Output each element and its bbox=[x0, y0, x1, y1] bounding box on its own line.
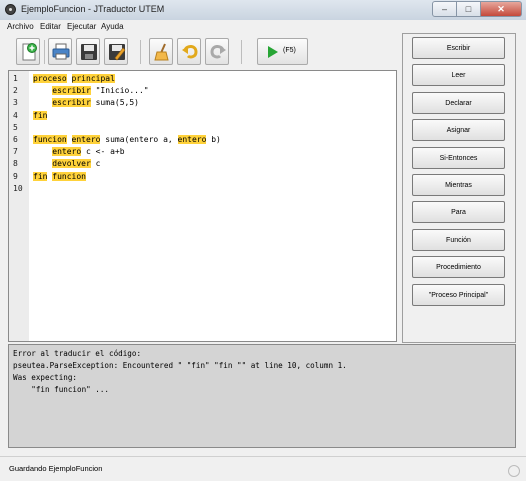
keyword-token: entero bbox=[52, 147, 82, 157]
line-number: 1 bbox=[13, 74, 18, 83]
declarar-button[interactable]: Declarar bbox=[412, 92, 505, 114]
line-number: 2 bbox=[13, 86, 18, 96]
code-token: c bbox=[90, 159, 101, 169]
print-button[interactable] bbox=[48, 38, 72, 65]
play-icon bbox=[268, 46, 278, 58]
instruction-panel: Escribir Leer Declarar Asignar Si-Entonc… bbox=[402, 33, 516, 343]
keyword-token: fin bbox=[33, 110, 48, 120]
line-number: 8 bbox=[13, 159, 18, 169]
code-token: b) bbox=[206, 134, 221, 144]
clear-button[interactable] bbox=[149, 38, 173, 65]
toolbar-separator bbox=[241, 40, 242, 64]
window-title: EjemploFuncion - JTraductor UTEM bbox=[21, 4, 165, 14]
console-line: Error al traducir el código: bbox=[13, 349, 142, 358]
code-text: escribir "Inicio..." bbox=[33, 85, 149, 97]
code-text: devolver c bbox=[33, 158, 100, 170]
keyword-token: funcion bbox=[52, 171, 86, 181]
code-token: "Inicio..." bbox=[90, 86, 149, 96]
line-number: 3 bbox=[13, 98, 18, 108]
asignar-button[interactable]: Asignar bbox=[412, 119, 505, 141]
escribir-button[interactable]: Escribir bbox=[412, 37, 505, 59]
keyword-token: principal bbox=[71, 74, 115, 83]
status-bar: Guardando EjemploFuncion bbox=[0, 456, 526, 481]
si-entonces-button[interactable]: Si-Entonces bbox=[412, 147, 505, 169]
broom-icon bbox=[154, 43, 169, 61]
save-button[interactable] bbox=[76, 38, 100, 65]
code-text: fin funcion bbox=[33, 171, 86, 183]
line-number: 7 bbox=[13, 147, 18, 157]
code-text: fin bbox=[33, 110, 48, 122]
undo-icon bbox=[182, 45, 198, 59]
para-button[interactable]: Para bbox=[412, 201, 505, 223]
save-as-button[interactable] bbox=[104, 38, 128, 65]
output-console: Error al traducir el código: pseutea.Par… bbox=[8, 344, 516, 448]
close-button[interactable]: ✕ bbox=[480, 1, 522, 17]
save-as-icon bbox=[109, 44, 126, 61]
minimize-button[interactable]: – bbox=[432, 1, 457, 17]
keyword-token: escribir bbox=[52, 98, 91, 108]
proceso-principal-button[interactable]: "Proceso Principal" bbox=[412, 284, 505, 306]
maximize-button[interactable]: □ bbox=[456, 1, 481, 17]
redo-button[interactable] bbox=[205, 38, 229, 65]
line-number: 4 bbox=[13, 110, 18, 120]
redo-icon bbox=[210, 45, 226, 59]
code-token: suma(entero a, bbox=[100, 134, 178, 144]
floppy-disk-icon bbox=[81, 44, 97, 60]
new-file-button[interactable] bbox=[16, 38, 40, 65]
line-number-gutter bbox=[9, 71, 29, 341]
new-file-icon bbox=[22, 43, 37, 61]
menu-archivo[interactable]: Archivo bbox=[7, 22, 34, 31]
code-text: funcion entero suma(entero a, entero b) bbox=[33, 134, 221, 146]
run-shortcut-label: (F5) bbox=[283, 47, 296, 54]
menu-ayuda[interactable]: Ayuda bbox=[101, 22, 124, 31]
menu-editar[interactable]: Editar bbox=[40, 22, 61, 31]
keyword-token: escribir bbox=[52, 86, 91, 96]
undo-button[interactable] bbox=[177, 38, 201, 65]
run-button[interactable]: (F5) bbox=[257, 38, 308, 65]
console-line: pseutea.ParseException: Encountered " "f… bbox=[13, 361, 347, 370]
code-token: suma(5,5) bbox=[90, 98, 139, 108]
code-token: c <- a+b bbox=[81, 147, 125, 157]
keyword-token: devolver bbox=[52, 159, 91, 169]
line-number: 6 bbox=[13, 134, 18, 144]
code-text: entero c <- a+b bbox=[33, 146, 125, 158]
printer-icon bbox=[52, 43, 70, 60]
toolbar-separator bbox=[140, 40, 141, 64]
toolbar-separator bbox=[44, 40, 45, 64]
keyword-token: fin bbox=[33, 171, 48, 181]
code-editor[interactable]: 1 proceso principal 2 escribir "Inicio..."… bbox=[8, 70, 397, 342]
procedimiento-button[interactable]: Procedimiento bbox=[412, 256, 505, 278]
line-number: 5 bbox=[13, 122, 18, 132]
keyword-token: proceso bbox=[33, 74, 67, 83]
mientras-button[interactable]: Mientras bbox=[412, 174, 505, 196]
console-line: "fin funcion" ... bbox=[13, 385, 110, 394]
menu-bar: Archivo Editar Ejecutar Ayuda bbox=[0, 20, 526, 34]
code-text: proceso principal bbox=[33, 73, 115, 85]
resize-grip-icon[interactable] bbox=[508, 465, 520, 477]
keyword-token: entero bbox=[177, 134, 207, 144]
code-text: escribir suma(5,5) bbox=[33, 97, 139, 109]
line-number: 10 bbox=[13, 183, 23, 193]
keyword-token: funcion bbox=[33, 134, 67, 144]
leer-button[interactable]: Leer bbox=[412, 64, 505, 86]
menu-ejecutar[interactable]: Ejecutar bbox=[67, 22, 96, 31]
console-line: Was expecting: bbox=[13, 373, 78, 382]
title-bar: EjemploFuncion - JTraductor UTEM – □ ✕ bbox=[0, 0, 526, 21]
window-controls: – □ ✕ bbox=[432, 1, 522, 17]
status-text: Guardando EjemploFuncion bbox=[9, 464, 103, 473]
keyword-token: entero bbox=[71, 134, 101, 144]
line-number: 9 bbox=[13, 171, 18, 181]
app-icon bbox=[5, 4, 16, 15]
funcion-button[interactable]: Función bbox=[412, 229, 505, 251]
